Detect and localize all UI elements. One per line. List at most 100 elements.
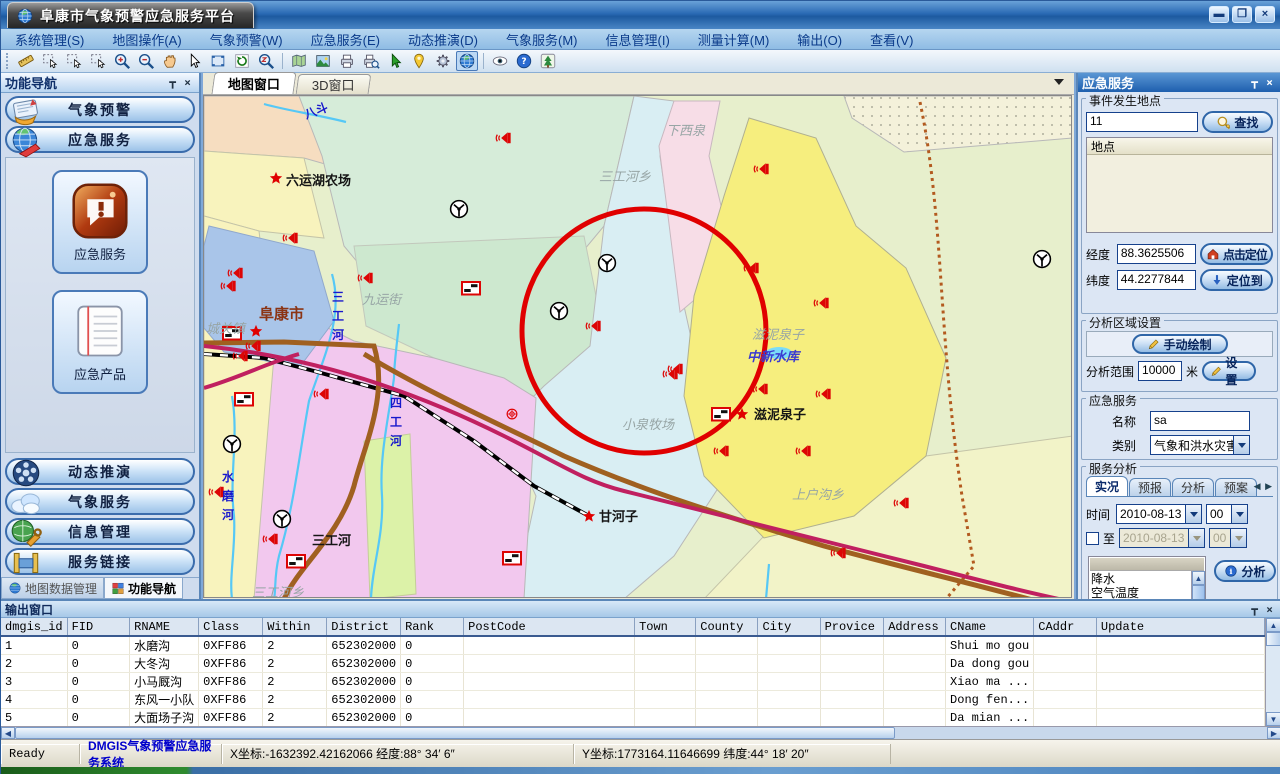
service-name-input[interactable]: sa — [1150, 411, 1250, 431]
view-eye-button[interactable] — [489, 51, 511, 71]
location-list[interactable]: 地点 — [1086, 137, 1273, 233]
analysis-tab-实况[interactable]: 实况 — [1086, 476, 1128, 496]
pointer-button[interactable] — [183, 51, 205, 71]
element-list[interactable]: 降水空气温度 ▲ — [1088, 556, 1206, 602]
analysis-tab-预案[interactable]: 预案 — [1215, 478, 1257, 496]
locate-to-button[interactable]: 定位到 — [1200, 269, 1273, 291]
flag-marker[interactable] — [462, 282, 480, 295]
menu-item[interactable]: 输出(O) — [783, 29, 856, 49]
应急产品-big-button[interactable]: 应急产品 — [52, 290, 148, 394]
place-pin-button[interactable] — [408, 51, 430, 71]
scroll-left-icon[interactable]: ◀ — [1, 727, 15, 739]
pan-button[interactable] — [159, 51, 181, 71]
find-button[interactable]: 查找 — [1202, 111, 1273, 133]
menu-item[interactable]: 气象服务(M) — [492, 29, 592, 49]
manual-draw-button[interactable]: 手动绘制 — [1132, 334, 1228, 354]
table-row[interactable]: 40东风一小队0XFF8626523020000Dong fen... — [1, 691, 1265, 709]
sidebar-group-气象服务[interactable]: 气象服务 — [5, 488, 195, 515]
column-header-dmgis_id[interactable]: dmgis_id — [1, 618, 67, 636]
menu-item[interactable]: 应急服务(E) — [297, 29, 394, 49]
pin-icon[interactable]: ┳ — [165, 76, 180, 89]
chevron-down-icon[interactable] — [1233, 436, 1249, 454]
map-canvas[interactable]: 六运湖农场三工河乡下西泉八斗九运街阜康市城关镇滋泥泉子中新水库滋泥泉子小泉牧场上… — [203, 95, 1072, 598]
column-header-RNAME[interactable]: RNAME — [130, 618, 199, 636]
pin-icon[interactable]: ┳ — [1247, 603, 1262, 616]
zoom-to-button[interactable] — [255, 51, 277, 71]
zoom-out-button[interactable] — [135, 51, 157, 71]
layers-button[interactable] — [288, 51, 310, 71]
应急服务-big-button[interactable]: 应急服务 — [52, 170, 148, 274]
menu-item[interactable]: 信息管理(I) — [592, 29, 684, 49]
latitude-input[interactable]: 44.2277844 — [1117, 270, 1196, 290]
sidebar-group-气象预警[interactable]: 气象预警 — [5, 96, 195, 123]
scrollbar-thumb[interactable] — [1266, 632, 1280, 646]
tab-scroll-icons[interactable]: ◀ ▶ — [1254, 481, 1273, 492]
toolbar-grip[interactable] — [6, 53, 11, 69]
export-image-button[interactable] — [312, 51, 334, 71]
turbine-marker[interactable] — [224, 436, 241, 453]
refresh-button[interactable] — [231, 51, 253, 71]
chevron-down-icon[interactable] — [1188, 529, 1204, 547]
column-header-City[interactable]: City — [758, 618, 820, 636]
tab-dropdown-icon[interactable] — [1054, 79, 1064, 90]
column-header-Within[interactable]: Within — [263, 618, 327, 636]
column-header-PostCode[interactable]: PostCode — [464, 618, 635, 636]
hour2-select[interactable]: 00 — [1209, 528, 1247, 548]
print-button[interactable] — [336, 51, 358, 71]
turbine-marker[interactable] — [451, 201, 468, 218]
column-header-Town[interactable]: Town — [635, 618, 696, 636]
location-search-input[interactable]: 11 — [1086, 112, 1198, 132]
turbine-marker[interactable] — [599, 255, 616, 272]
scroll-up-icon[interactable]: ▲ — [1266, 618, 1280, 632]
column-header-County[interactable]: County — [696, 618, 758, 636]
select-poly-button[interactable] — [87, 51, 109, 71]
column-header-CName[interactable]: CName — [946, 618, 1034, 636]
minimize-button[interactable]: ▬ — [1209, 6, 1229, 23]
full-extent-button[interactable] — [207, 51, 229, 71]
flag-marker[interactable] — [223, 327, 241, 340]
output-table[interactable]: dmgis_idFIDRNAMEClassWithinDistrictRankP… — [1, 618, 1265, 726]
column-header-CAddr[interactable]: CAddr — [1034, 618, 1097, 636]
close-button[interactable]: × — [1255, 6, 1275, 23]
column-header-Update[interactable]: Update — [1096, 618, 1264, 636]
town-marker[interactable] — [507, 409, 517, 419]
column-header-District[interactable]: District — [327, 618, 401, 636]
flag-marker[interactable] — [712, 408, 730, 421]
column-header-Rank[interactable]: Rank — [401, 618, 464, 636]
zoom-in-button[interactable] — [111, 51, 133, 71]
analyze-button[interactable]: 分析 — [1214, 560, 1276, 582]
turbine-marker[interactable] — [274, 511, 291, 528]
menu-item[interactable]: 地图操作(A) — [98, 29, 195, 49]
list-item[interactable]: 降水 — [1089, 572, 1205, 586]
map-tab-3D窗口[interactable]: 3D窗口 — [296, 74, 371, 94]
hour-select[interactable]: 00 — [1206, 504, 1248, 524]
table-row[interactable]: 10水磨沟0XFF8626523020000Shui mo gou — [1, 636, 1265, 655]
menu-item[interactable]: 动态推演(D) — [394, 29, 492, 49]
set-button[interactable]: 设置 — [1202, 361, 1256, 381]
service-type-select[interactable]: 气象和洪水灾害 — [1150, 435, 1250, 455]
sidebar-group-应急服务[interactable]: 应急服务 — [5, 126, 195, 153]
menu-item[interactable]: 系统管理(S) — [1, 29, 98, 49]
chevron-down-icon[interactable] — [1231, 505, 1247, 523]
select-rect-button[interactable] — [63, 51, 85, 71]
list-item[interactable]: 空气温度 — [1089, 586, 1205, 600]
tab-功能导航[interactable]: 功能导航 — [104, 578, 183, 599]
settings-button[interactable] — [432, 51, 454, 71]
chevron-down-icon[interactable] — [1230, 529, 1246, 547]
print-preview-button[interactable] — [360, 51, 382, 71]
flag-marker[interactable] — [235, 393, 253, 406]
analysis-tab-分析[interactable]: 分析 — [1172, 478, 1214, 496]
table-row[interactable]: 20大冬沟0XFF8626523020000Da dong gou — [1, 655, 1265, 673]
column-header-Address[interactable]: Address — [884, 618, 946, 636]
sidebar-group-服务链接[interactable]: 服务链接 — [5, 548, 195, 575]
date-select[interactable]: 2010-08-13 — [1116, 504, 1202, 524]
table-row[interactable]: 30小马厩沟0XFF8626523020000Xiao ma ... — [1, 673, 1265, 691]
turbine-marker[interactable] — [1034, 251, 1051, 268]
turbine-marker[interactable] — [551, 303, 568, 320]
table-row[interactable]: 50大面场子沟0XFF8626523020000Da mian ... — [1, 709, 1265, 727]
chevron-down-icon[interactable] — [1185, 505, 1201, 523]
tab-地图数据管理[interactable]: 地图数据管理 — [1, 578, 104, 599]
output-vertical-scrollbar[interactable]: ▲ ▼ — [1265, 618, 1280, 726]
menu-item[interactable]: 气象预警(W) — [196, 29, 297, 49]
menu-item[interactable]: 查看(V) — [856, 29, 927, 49]
